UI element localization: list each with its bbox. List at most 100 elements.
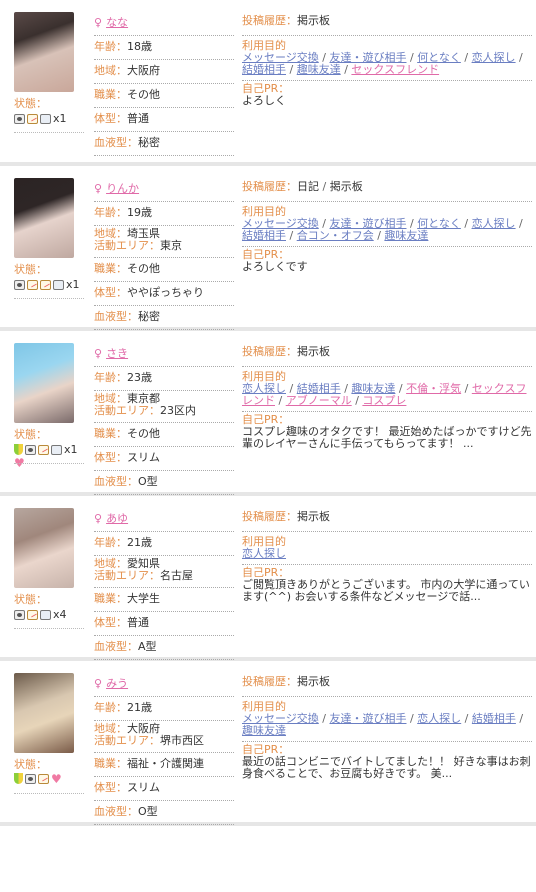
separator: / [319, 180, 330, 193]
purpose-section: 利用目的 メッセージ交換 / 友達・遊び相手 / 何となく / 恋人探し / 結婚… [242, 206, 532, 247]
profile-name-link[interactable]: あゆ [106, 512, 128, 525]
purpose-link[interactable]: 恋人探し [472, 51, 516, 64]
blood-value: 秘密 [138, 136, 160, 149]
purpose-link[interactable]: 結婚相手 [242, 229, 286, 242]
profile-photo[interactable] [14, 178, 74, 258]
region-row: 地域：大阪府 活動エリア：堺市西区 [94, 721, 234, 753]
pr-section: 自己PR： よろしくです [242, 249, 532, 273]
body-label: 体型： [94, 451, 127, 464]
purpose-link[interactable]: 恋人探し [242, 547, 286, 560]
status-area: 状態： x1 [14, 264, 86, 291]
age-row: 年齢：19歳 [94, 202, 234, 226]
name-row: ♀ あゆ [94, 508, 234, 532]
purpose-link[interactable]: 恋人探し [417, 712, 461, 725]
body-label: 体型： [94, 112, 127, 125]
profile-photo[interactable] [14, 12, 74, 92]
post-history-label: 投稿履歴： [242, 510, 297, 523]
camera-icon [14, 113, 25, 124]
purpose-link[interactable]: コスプレ [362, 394, 406, 407]
purpose-link[interactable]: 不倫・浮気 [406, 382, 461, 395]
post-history-item[interactable]: 掲示板 [297, 345, 330, 358]
status-label: 状態： [14, 263, 47, 276]
note-icon [27, 279, 38, 290]
camera-icon [25, 444, 36, 455]
profile-card[interactable]: 状態： x1 ♀ なな 年齢：18歳 地域：大阪府 職業：その他 体型：普通 血液型：秘密 投稿履… [0, 0, 536, 166]
profile-photo[interactable] [14, 508, 74, 588]
purpose-section: 利用目的 メッセージ交換 / 友達・遊び相手 / 恋人探し / 結婚相手 / 趣味… [242, 701, 532, 742]
profile-name-link[interactable]: なな [106, 16, 128, 29]
pr-text: よろしくです [242, 260, 308, 273]
purpose-link[interactable]: 結婚相手 [472, 712, 516, 725]
job-row: 職業：その他 [94, 423, 234, 447]
post-history-item[interactable]: 掲示板 [297, 510, 330, 523]
status-count: x1 [66, 278, 80, 291]
profile-photo[interactable] [14, 673, 74, 753]
blood-label: 血液型： [94, 136, 138, 149]
mail-icon [53, 279, 64, 290]
status-count: x1 [64, 443, 78, 456]
job-label: 職業： [94, 757, 127, 770]
beginner-icon [14, 444, 23, 455]
profile-name-link[interactable]: みう [106, 677, 128, 690]
age-row: 年齢：18歳 [94, 36, 234, 60]
post-history-item[interactable]: 掲示板 [297, 675, 330, 688]
purpose-link[interactable]: セックスフレンド [351, 63, 439, 76]
body-value: 普通 [127, 112, 149, 125]
purpose-link[interactable]: アブノーマル [286, 394, 352, 407]
name-row: ♀ みう [94, 673, 234, 697]
job-value: その他 [127, 262, 160, 275]
age-label: 年齢： [94, 701, 127, 714]
profile-card[interactable]: 状態： ♥ ♀ みう 年齢：21歳 地域：大阪府 活動エリア：堺市西区 職業：福祉・介護関連体… [0, 661, 536, 826]
female-icon: ♀ [94, 512, 103, 525]
purpose-link[interactable]: 結婚相手 [242, 63, 286, 76]
post-history-label: 投稿履歴： [242, 14, 297, 27]
profile-card[interactable]: 状態： x1 ♀ りんか 年齢：19歳 地域：埼玉県 活動エリア：東京 職業：その他 体型：やや… [0, 166, 536, 331]
status-icons: x1 [14, 278, 86, 291]
job-label: 職業： [94, 88, 127, 101]
post-history-item[interactable]: 掲示板 [330, 180, 363, 193]
camera-icon [14, 609, 25, 620]
profile-photo[interactable] [14, 343, 74, 423]
age-row: 年齢：21歳 [94, 697, 234, 721]
job-row: 職業：その他 [94, 258, 234, 282]
post-history-item[interactable]: 日記 [297, 180, 319, 193]
female-icon: ♀ [94, 677, 103, 690]
post-history-row: 投稿履歴：掲示板 [242, 510, 532, 532]
separator: / [515, 217, 523, 230]
job-row: 職業：その他 [94, 84, 234, 108]
profile-card[interactable]: 状態： x1 ♥ ♀ さき 年齢：23歳 地域：東京都 活動エリア：23区内 職業：その他 体型：… [0, 331, 536, 496]
note-icon [38, 444, 49, 455]
profile-name-link[interactable]: りんか [106, 182, 139, 195]
purpose-link[interactable]: 趣味友達 [384, 229, 428, 242]
purpose-link[interactable]: 友達・遊び相手 [329, 712, 406, 725]
purpose-section: 利用目的 恋人探し / 結婚相手 / 趣味友達 / 不倫・浮気 / セックスフレン… [242, 371, 532, 412]
status-icons: ♥ [14, 773, 86, 785]
age-value: 18歳 [127, 40, 152, 53]
post-history-row: 投稿履歴：掲示板 [242, 14, 532, 36]
purpose-link[interactable]: 恋人探し [472, 217, 516, 230]
camera-icon [14, 279, 25, 290]
status-area: 状態： ♥ [14, 759, 86, 785]
profile-name-link[interactable]: さき [106, 347, 128, 360]
profile-info: ♀ あゆ 年齢：21歳 地域：愛知県 活動エリア：名古屋 職業：大学生 体型：普通 血液型：A… [94, 508, 234, 660]
blood-row: 血液型：秘密 [94, 306, 234, 330]
purpose-link[interactable]: 趣味友達 [297, 63, 341, 76]
purpose-link[interactable]: 趣味友達 [242, 724, 286, 737]
name-row: ♀ さき [94, 343, 234, 367]
separator: / [461, 712, 472, 725]
name-row: ♀ りんか [94, 178, 234, 202]
status-icons: x1 [14, 112, 86, 125]
job-row: 職業：福祉・介護関連 [94, 753, 234, 777]
body-value: 普通 [127, 616, 149, 629]
area-value: 東京 [160, 239, 182, 252]
profile-card[interactable]: 状態： x4 ♀ あゆ 年齢：21歳 地域：愛知県 活動エリア：名古屋 職業：大学生 体型：普通… [0, 496, 536, 661]
divider [14, 132, 84, 133]
blood-value: 秘密 [138, 310, 160, 323]
area-label: 活動エリア： [94, 569, 160, 582]
blood-value: O型 [138, 475, 158, 488]
purpose-section: 利用目的 恋人探し [242, 536, 532, 565]
age-label: 年齢： [94, 40, 127, 53]
status-area: 状態： x1 [14, 98, 86, 125]
post-history-item[interactable]: 掲示板 [297, 14, 330, 27]
purpose-link[interactable]: 合コン・オフ会 [297, 229, 374, 242]
